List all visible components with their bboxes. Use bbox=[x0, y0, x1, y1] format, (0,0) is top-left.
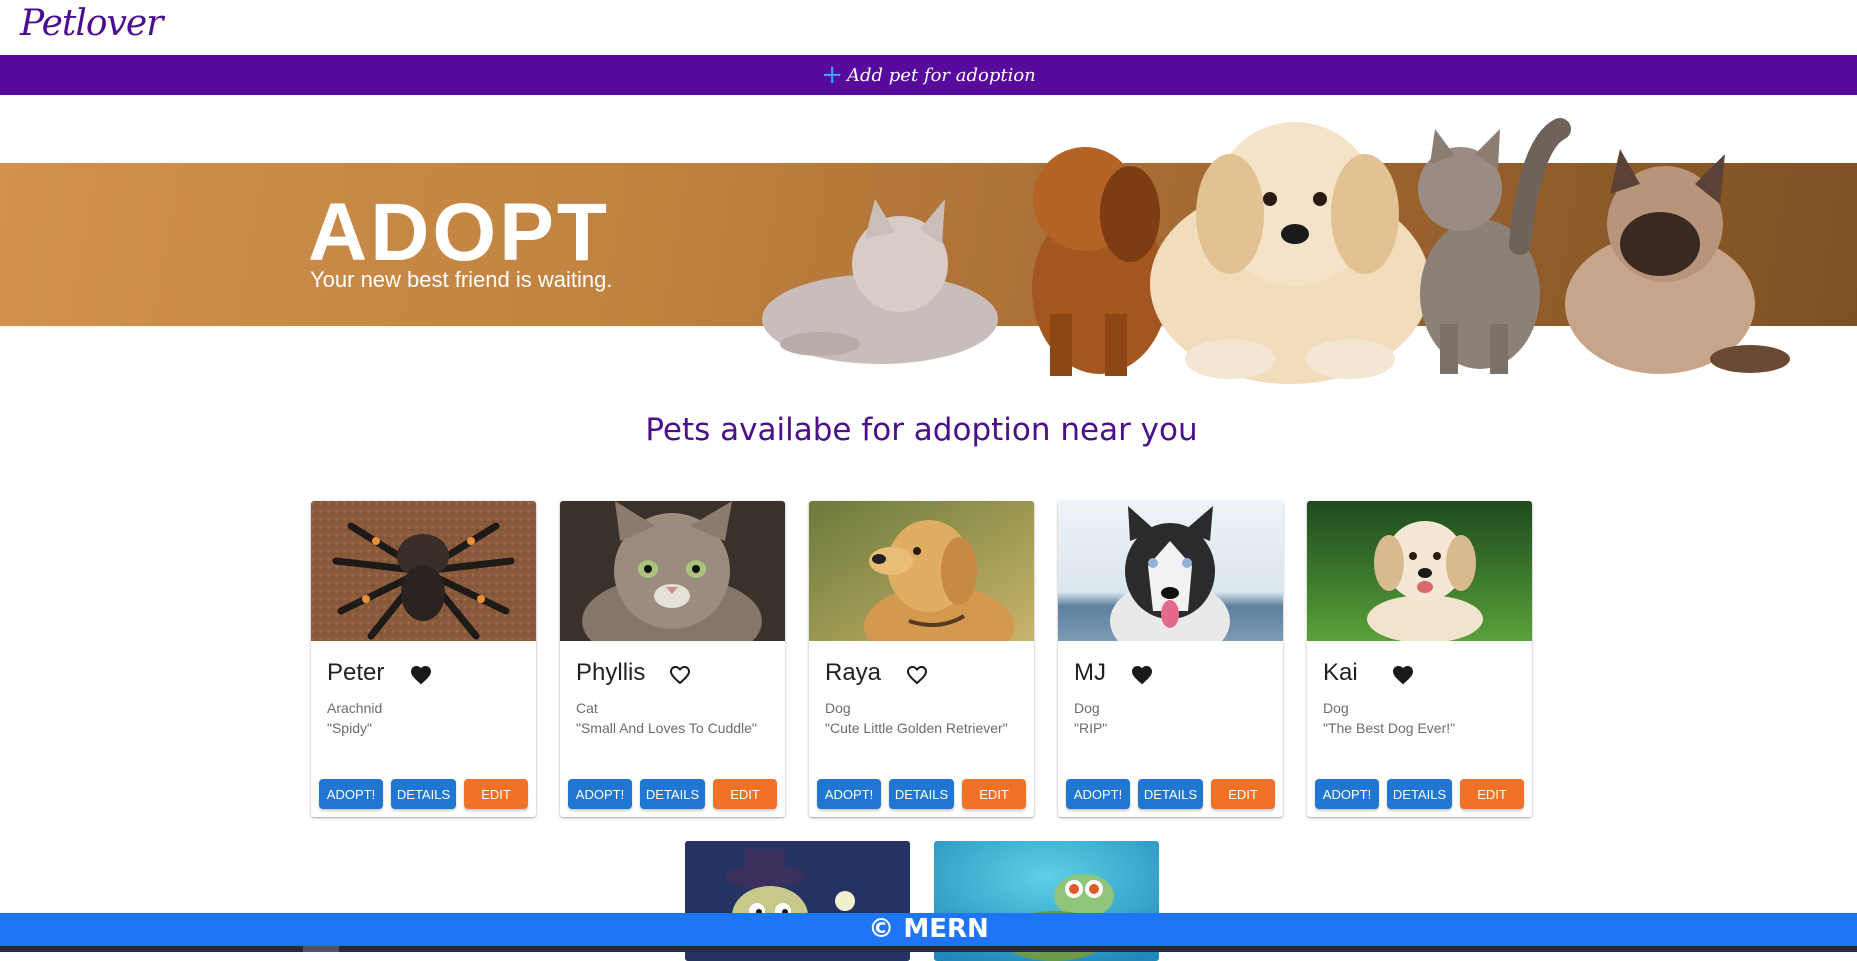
details-button[interactable]: DETAILS bbox=[1138, 779, 1203, 809]
pet-name: Peter bbox=[327, 659, 385, 686]
pet-name: Raya bbox=[825, 659, 882, 686]
adopt-button[interactable]: ADOPT! bbox=[1066, 779, 1130, 809]
heart-outline-icon[interactable] bbox=[905, 663, 929, 687]
edit-button[interactable]: EDIT bbox=[1460, 779, 1524, 809]
heart-filled-icon[interactable] bbox=[1130, 663, 1154, 687]
site-logo[interactable]: Petlover bbox=[20, 0, 163, 52]
edit-button[interactable]: EDIT bbox=[962, 779, 1026, 809]
adopt-button[interactable]: ADOPT! bbox=[817, 779, 881, 809]
hero-subtitle: Your new best friend is waiting. bbox=[310, 267, 613, 292]
hero-title: ADOPT bbox=[308, 187, 610, 278]
pet-description: "Spidy" bbox=[327, 720, 372, 736]
pet-photo-cat[interactable] bbox=[560, 501, 785, 666]
edit-button[interactable]: EDIT bbox=[464, 779, 528, 809]
edit-button[interactable]: EDIT bbox=[713, 779, 777, 809]
footer: © MERN bbox=[0, 913, 1857, 946]
pet-description: "Small And Loves To Cuddle" bbox=[576, 720, 757, 736]
pet-photo-golden-retriever[interactable] bbox=[809, 501, 1034, 666]
pet-photo-tarantula[interactable] bbox=[311, 501, 536, 641]
pet-name: Kai bbox=[1323, 659, 1358, 686]
edit-button[interactable]: EDIT bbox=[1211, 779, 1275, 809]
details-button[interactable]: DETAILS bbox=[640, 779, 705, 809]
horizontal-scrollbar[interactable] bbox=[0, 946, 1857, 952]
pet-description: "The Best Dog Ever!" bbox=[1323, 720, 1456, 736]
heart-outline-icon[interactable] bbox=[668, 663, 692, 687]
pet-photo-puppy[interactable] bbox=[1307, 501, 1532, 643]
pet-species: Dog bbox=[1074, 700, 1100, 716]
adopt-button[interactable]: ADOPT! bbox=[568, 779, 632, 809]
details-button[interactable]: DETAILS bbox=[391, 779, 456, 809]
add-pet-label[interactable]: Add pet for adoption bbox=[847, 65, 1036, 86]
details-button[interactable]: DETAILS bbox=[889, 779, 954, 809]
heart-filled-icon[interactable] bbox=[1391, 663, 1415, 687]
pet-species: Dog bbox=[825, 700, 851, 716]
pet-description: "Cute Little Golden Retriever" bbox=[825, 720, 1008, 736]
pet-species: Arachnid bbox=[327, 700, 383, 716]
adopt-button[interactable]: ADOPT! bbox=[1315, 779, 1379, 809]
pet-card-peter[interactable]: Peter Arachnid "Spidy" ADOPT! DETAILS ED… bbox=[311, 501, 536, 817]
heart-filled-icon[interactable] bbox=[409, 663, 433, 687]
pet-photo-husky[interactable] bbox=[1058, 501, 1283, 661]
pet-card-mj[interactable]: MJ Dog "RIP" ADOPT! DETAILS EDIT bbox=[1058, 501, 1283, 817]
add-pet-bar[interactable]: + Add pet for adoption bbox=[0, 55, 1857, 95]
pet-name: Phyllis bbox=[576, 659, 646, 686]
adopt-button[interactable]: ADOPT! bbox=[319, 779, 383, 809]
pet-name: MJ bbox=[1074, 659, 1106, 686]
pet-card-kai[interactable]: Kai Dog "The Best Dog Ever!" ADOPT! DETA… bbox=[1307, 501, 1532, 817]
details-button[interactable]: DETAILS bbox=[1387, 779, 1452, 809]
pet-card-phyllis[interactable]: Phyllis Cat "Small And Loves To Cuddle" … bbox=[560, 501, 785, 817]
pet-description: "RIP" bbox=[1074, 720, 1108, 736]
pet-species: Cat bbox=[576, 700, 598, 716]
pet-card-raya[interactable]: Raya Dog "Cute Little Golden Retriever" … bbox=[809, 501, 1034, 817]
hero-pets-image bbox=[762, 118, 1790, 384]
pet-species: Dog bbox=[1323, 700, 1349, 716]
section-title: Pets availabe for adoption near you bbox=[645, 412, 1198, 448]
plus-icon: + bbox=[821, 60, 844, 90]
scrollbar-thumb[interactable] bbox=[303, 946, 339, 952]
